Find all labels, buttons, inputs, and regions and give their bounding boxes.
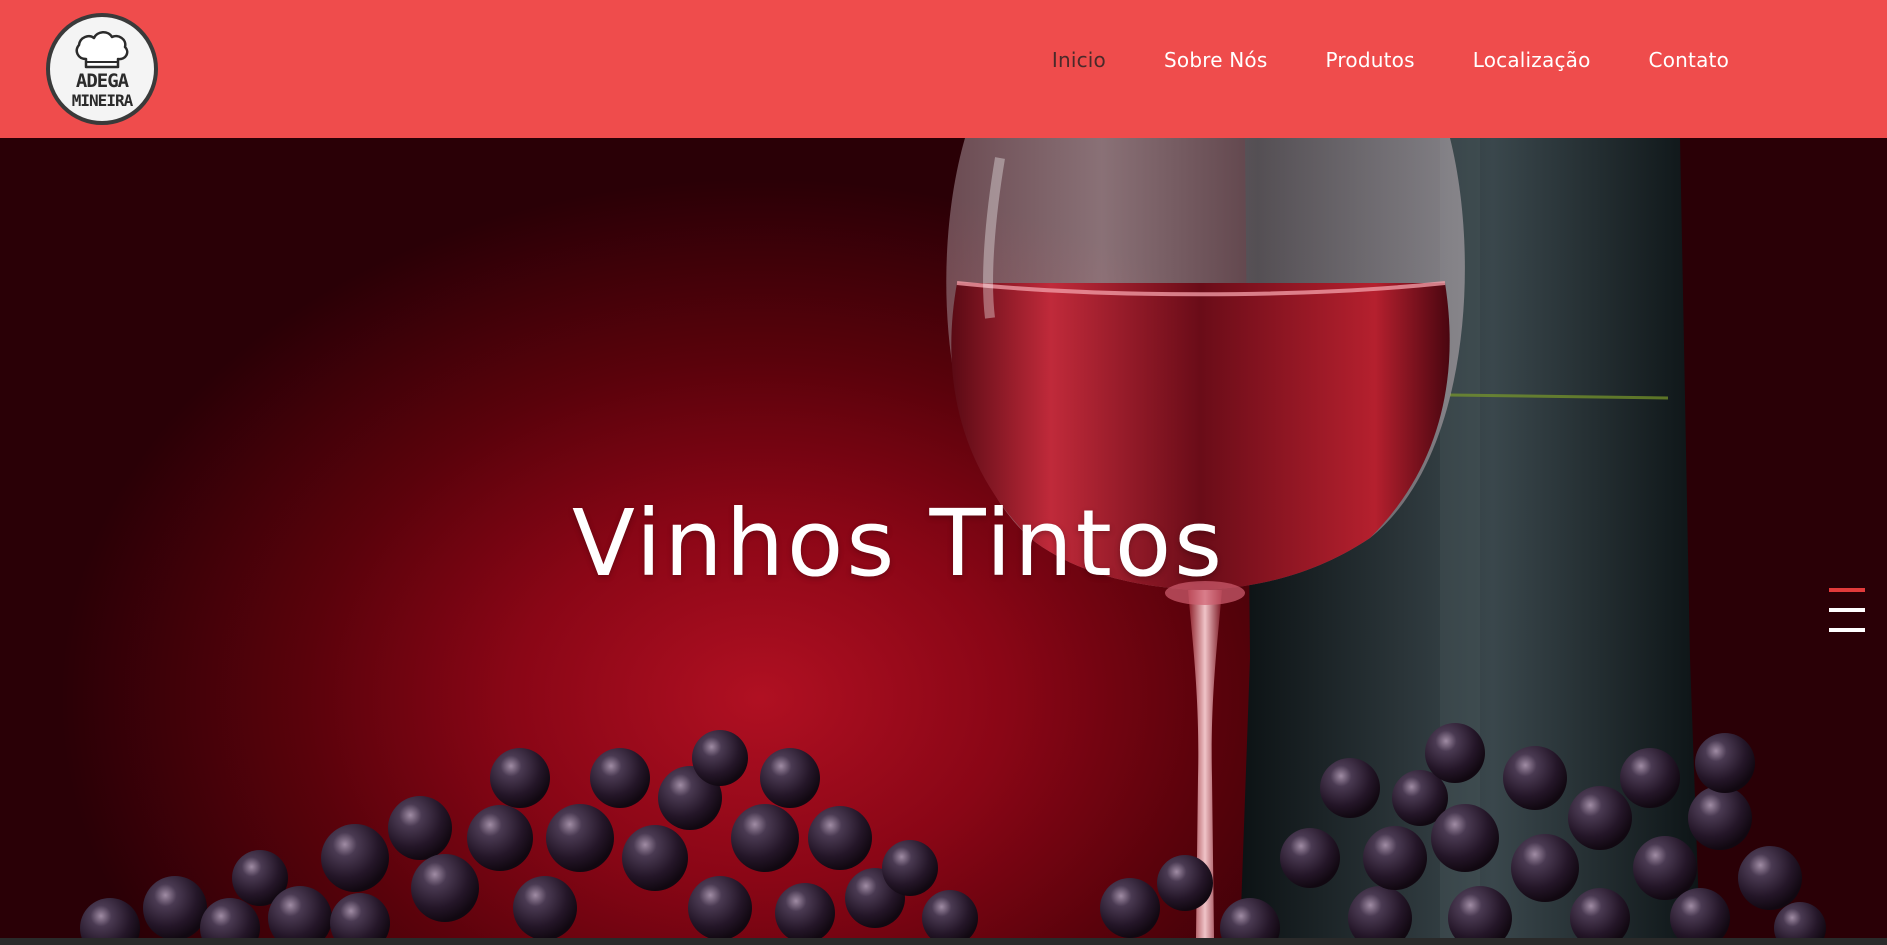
nav-item-inicio[interactable]: Inicio [1052, 48, 1106, 72]
nav-item-sobre-nos[interactable]: Sobre Nós [1164, 48, 1268, 72]
slide-indicator-2[interactable] [1829, 608, 1865, 612]
nav-item-localizacao[interactable]: Localização [1473, 48, 1591, 72]
hero-slider: Vinhos Tintos [0, 138, 1887, 938]
nav-item-contato[interactable]: Contato [1649, 48, 1729, 72]
bottom-edge [0, 938, 1887, 945]
main-nav: Inicio Sobre Nós Produtos Localização Co… [994, 48, 1729, 72]
hero-title: Vinhos Tintos [571, 489, 1226, 597]
logo-text-line1: ADEGA [75, 70, 129, 92]
adega-mineira-logo[interactable]: ADEGA MINEIRA [46, 13, 158, 125]
nav-item-produtos[interactable]: Produtos [1326, 48, 1415, 72]
page: ADEGA MINEIRA Inicio Sobre Nós Produtos … [0, 0, 1887, 945]
logo-text-line2: MINEIRA [71, 91, 133, 110]
slide-indicator-1[interactable] [1829, 588, 1865, 592]
site-header: ADEGA MINEIRA Inicio Sobre Nós Produtos … [0, 0, 1887, 138]
slide-indicator-3[interactable] [1829, 628, 1865, 632]
slide-indicators [1829, 588, 1865, 648]
